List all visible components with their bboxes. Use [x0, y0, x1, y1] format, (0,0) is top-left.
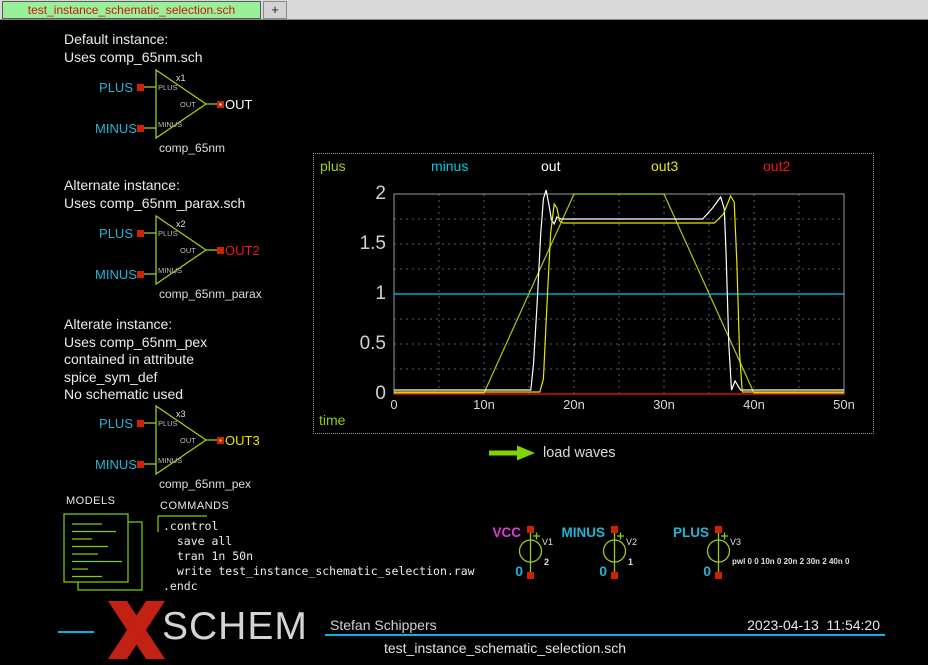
x-tick: 20n [557, 397, 591, 412]
pin-name-plus: PLUS [158, 229, 178, 238]
instance2-title: Alternate instance: Uses comp_65nm_parax… [64, 177, 245, 212]
net-label-out: OUT [225, 97, 252, 112]
instance-designator: x1 [176, 73, 186, 83]
text-line: spice_sym_def [64, 369, 207, 387]
pin-name-out: OUT [180, 436, 196, 445]
net-label-gnd: 0 [691, 563, 711, 579]
net-label-out3: OUT3 [225, 433, 260, 448]
instance-designator: x3 [176, 409, 186, 419]
text-line: Default instance: [64, 31, 203, 49]
x-tick: 0 [377, 397, 411, 412]
commands-label: COMMANDS [160, 500, 229, 512]
voltage-source-v3[interactable]: PLUS V3 pwl 0 0 10n 0 20n 2 30n 2 40n 0 … [683, 525, 893, 583]
text-line: Alterate instance: [64, 316, 207, 334]
y-tick: 1.5 [342, 233, 386, 255]
symbol-name: comp_65nm [159, 141, 225, 155]
net-label-vcc: VCC [461, 525, 521, 540]
new-tab-button[interactable]: + [263, 1, 287, 19]
net-label-minus: MINUS [95, 267, 133, 282]
pin-name-minus: MINUS [158, 120, 182, 129]
pin-name-out: OUT [180, 100, 196, 109]
titleblock-datetime: 2023-04-13 11:54:20 [700, 617, 880, 633]
instance-designator: x2 [176, 219, 186, 229]
net-label-minus: MINUS [545, 525, 605, 540]
net-label-plus: PLUS [95, 226, 133, 241]
models-document-icon [62, 512, 156, 602]
y-tick: 2 [342, 183, 386, 205]
x-tick: 10n [467, 397, 501, 412]
xschem-logo-text: SCHEM [162, 605, 308, 649]
waveform-graph[interactable]: plusminusoutout3out2 21.510.50 010n20n30… [313, 153, 874, 434]
tab-active-schematic[interactable]: test_instance_schematic_selection.sch [2, 1, 261, 19]
symbol-name: comp_65nm_parax [159, 287, 262, 301]
text-line: contained in attribute [64, 351, 207, 369]
titleblock-line-left [58, 631, 94, 633]
waveform-plot [314, 154, 873, 433]
net-label-plus: PLUS [95, 416, 133, 431]
y-tick: 0.5 [342, 333, 386, 355]
models-label: MODELS [66, 495, 115, 507]
pin-name-plus: PLUS [158, 83, 178, 92]
source-value: 2 [544, 557, 549, 567]
instance1-title: Default instance: Uses comp_65nm.sch [64, 31, 203, 66]
pin-name-out: OUT [180, 246, 196, 255]
comparator-instance-x2[interactable]: PLUS MINUS x2 PLUS MINUS OUT OUT2 comp_6… [95, 208, 270, 302]
text-line: Uses comp_65nm_pex [64, 334, 207, 352]
pin-name-plus: PLUS [158, 419, 178, 428]
net-label-plus: PLUS [95, 80, 133, 95]
titleblock-filename: test_instance_schematic_selection.sch [290, 640, 720, 656]
x-tick: 30n [647, 397, 681, 412]
source-designator: V2 [626, 537, 637, 547]
x-tick: 50n [827, 397, 861, 412]
pin-name-minus: MINUS [158, 266, 182, 275]
net-label-minus: MINUS [95, 457, 133, 472]
pin-name-minus: MINUS [158, 456, 182, 465]
source-designator: V3 [730, 537, 741, 547]
launcher-arrow-icon [488, 444, 538, 462]
load-waves-launcher[interactable] [488, 444, 538, 467]
instance3-title: Alterate instance: Uses comp_65nm_pex co… [64, 316, 207, 404]
titleblock-underline [325, 634, 885, 636]
x-axis-label: time [319, 412, 345, 428]
net-label-minus: MINUS [95, 121, 133, 136]
tab-bar: test_instance_schematic_selection.sch + [0, 0, 928, 20]
titleblock-author: Stefan Schippers [330, 617, 437, 633]
net-label-gnd: 0 [503, 563, 523, 579]
text-line: Alternate instance: [64, 177, 245, 195]
source-value-pwl: pwl 0 0 10n 0 20n 2 30n 2 40n 0 [732, 557, 849, 566]
net-label-plus: PLUS [649, 525, 709, 540]
xschem-logo-x [105, 601, 167, 659]
spice-commands-text: .control save all tran 1n 50n write test… [163, 519, 475, 594]
comparator-instance-x1[interactable]: PLUS MINUS x1 PLUS MINUS OUT OUT comp_65… [95, 62, 270, 156]
load-waves-label[interactable]: load waves [543, 445, 616, 461]
x-tick: 40n [737, 397, 771, 412]
comparator-instance-x3[interactable]: PLUS MINUS x3 PLUS MINUS OUT OUT3 comp_6… [95, 398, 270, 492]
net-label-out2: OUT2 [225, 243, 260, 258]
net-label-gnd: 0 [587, 563, 607, 579]
y-tick: 1 [342, 283, 386, 305]
symbol-name: comp_65nm_pex [159, 477, 251, 491]
source-value: 1 [628, 557, 633, 567]
